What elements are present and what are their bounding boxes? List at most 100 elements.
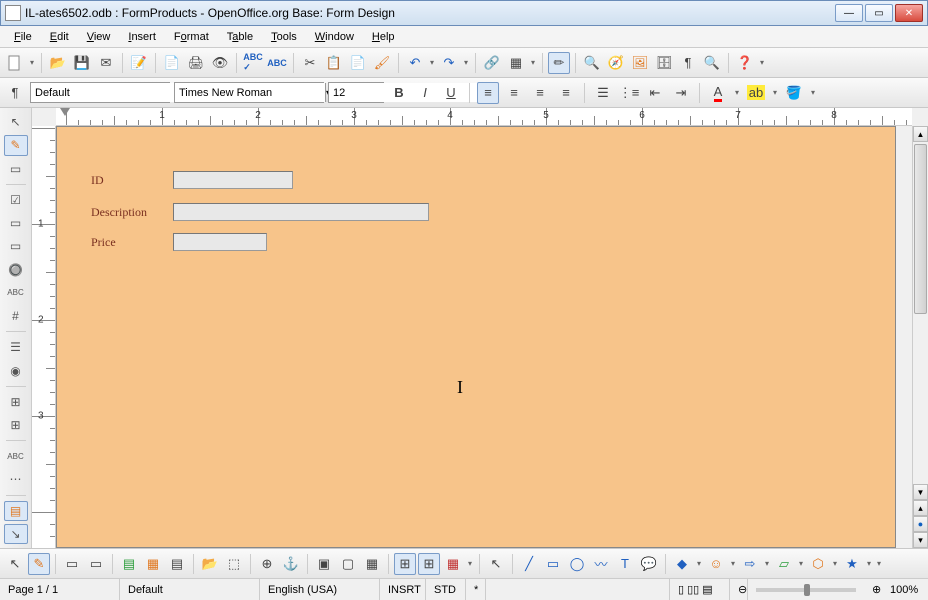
- block-arrows-tool[interactable]: ⇨: [739, 553, 761, 575]
- status-view-layout[interactable]: ▯ ▯▯ ▤: [670, 579, 730, 600]
- control-button[interactable]: ▭: [4, 159, 28, 179]
- symbol-shapes-dropdown[interactable]: ▾: [729, 559, 737, 568]
- preview-button[interactable]: 👁: [209, 52, 231, 74]
- highlight-button[interactable]: ab: [745, 82, 767, 104]
- basic-shapes-dropdown[interactable]: ▾: [695, 559, 703, 568]
- status-language[interactable]: English (USA): [260, 579, 380, 600]
- bullet-list-button[interactable]: ⋮≡: [618, 82, 640, 104]
- zoom-slider-knob[interactable]: [804, 584, 810, 596]
- block-arrows-dropdown[interactable]: ▾: [763, 559, 771, 568]
- maximize-button[interactable]: ▭: [865, 4, 893, 22]
- autospell-button[interactable]: ABC: [266, 52, 288, 74]
- show-draw-button[interactable]: ✏: [548, 52, 570, 74]
- edit-file-button[interactable]: 📝: [128, 52, 150, 74]
- menu-insert[interactable]: Insert: [120, 29, 164, 45]
- open-design-button[interactable]: 📂: [199, 553, 221, 575]
- nonprinting-button[interactable]: ¶: [677, 52, 699, 74]
- field-input-price[interactable]: [173, 233, 267, 251]
- status-selection-mode[interactable]: STD: [426, 579, 466, 600]
- numbered-list-button[interactable]: ☰: [592, 82, 614, 104]
- copy-button[interactable]: 📋: [323, 52, 345, 74]
- formatted-field-control[interactable]: ▭: [4, 236, 28, 256]
- status-style[interactable]: Default: [120, 579, 260, 600]
- status-insert-mode[interactable]: INSRT: [380, 579, 426, 600]
- underline-button[interactable]: U: [440, 82, 462, 104]
- open-button[interactable]: 📂: [47, 52, 69, 74]
- paragraph-style-input[interactable]: [31, 83, 181, 102]
- italic-button[interactable]: I: [414, 82, 436, 104]
- status-page[interactable]: Page 1 / 1: [0, 579, 120, 600]
- paragraph-style-combo[interactable]: ▾: [30, 82, 170, 103]
- navigation-button[interactable]: ●: [913, 516, 928, 532]
- redo-button[interactable]: ↷: [438, 52, 460, 74]
- menu-tools[interactable]: Tools: [263, 29, 305, 45]
- send-back-button[interactable]: ▢: [337, 553, 359, 575]
- format-paintbrush-button[interactable]: 🖌: [371, 52, 393, 74]
- draw-overflow-1[interactable]: ▾: [466, 559, 474, 568]
- form-navigator-btn[interactable]: ▤: [118, 553, 140, 575]
- close-button[interactable]: ✕: [895, 4, 923, 22]
- print-button[interactable]: 🖨: [185, 52, 207, 74]
- zoom-out-button[interactable]: ⊖: [730, 579, 748, 600]
- more-button[interactable]: ⋯: [4, 469, 28, 489]
- wizards-button[interactable]: ABC: [4, 446, 28, 466]
- draw-overflow-2[interactable]: ▾: [875, 559, 883, 568]
- form-canvas[interactable]: ID Description Price I: [56, 126, 896, 548]
- guides-button[interactable]: ▦: [442, 553, 464, 575]
- styles-button[interactable]: ¶: [4, 82, 26, 104]
- font-name-input[interactable]: [175, 83, 325, 102]
- next-page-button[interactable]: ▾: [913, 532, 928, 548]
- symbol-shapes-tool[interactable]: ☺: [705, 553, 727, 575]
- flowchart-dropdown[interactable]: ▾: [797, 559, 805, 568]
- align-left-button[interactable]: ≡: [477, 82, 499, 104]
- stars-dropdown[interactable]: ▾: [865, 559, 873, 568]
- callout-tool[interactable]: 💬: [638, 553, 660, 575]
- text-tool[interactable]: T: [614, 553, 636, 575]
- group-button[interactable]: ▦: [361, 553, 383, 575]
- checkbox-control[interactable]: ☑: [4, 190, 28, 210]
- email-button[interactable]: ✉: [95, 52, 117, 74]
- new-dropdown[interactable]: ▾: [28, 58, 36, 67]
- listbox-control[interactable]: ☰: [4, 337, 28, 357]
- export-pdf-button[interactable]: 📄: [161, 52, 183, 74]
- undo-button[interactable]: ↶: [404, 52, 426, 74]
- redo-dropdown[interactable]: ▾: [462, 58, 470, 67]
- align-justify-button[interactable]: ≡: [555, 82, 577, 104]
- menu-window[interactable]: Window: [307, 29, 362, 45]
- position-size-button[interactable]: ⊕: [256, 553, 278, 575]
- save-button[interactable]: 💾: [71, 52, 93, 74]
- zoom-slider[interactable]: [756, 588, 856, 592]
- spellcheck-button[interactable]: ABC✓: [242, 52, 264, 74]
- paste-button[interactable]: 📄: [347, 52, 369, 74]
- more-controls-button[interactable]: ⊞: [4, 392, 28, 412]
- freeform-tool[interactable]: 〰: [590, 553, 612, 575]
- background-color-dropdown[interactable]: ▾: [809, 88, 817, 97]
- control-properties-button[interactable]: ▭: [61, 553, 83, 575]
- bring-front-button[interactable]: ▣: [313, 553, 335, 575]
- background-color-button[interactable]: 🪣: [783, 82, 805, 104]
- combobox-control[interactable]: ◉: [4, 360, 28, 380]
- ruler-indent-marker[interactable]: [60, 108, 70, 116]
- field-label-description[interactable]: Description: [91, 205, 173, 220]
- form-properties-button[interactable]: ▭: [85, 553, 107, 575]
- align-center-button[interactable]: ≡: [503, 82, 525, 104]
- scroll-down-button[interactable]: ▼: [913, 484, 928, 500]
- minimize-button[interactable]: —: [835, 4, 863, 22]
- bold-button[interactable]: B: [388, 82, 410, 104]
- toolbar-overflow[interactable]: ▾: [758, 58, 766, 67]
- label-control[interactable]: ABC: [4, 283, 28, 303]
- basic-shapes-tool[interactable]: ◆: [671, 553, 693, 575]
- autofocus-button[interactable]: ⬚: [223, 553, 245, 575]
- design-mode-button[interactable]: ✎: [4, 135, 28, 155]
- field-label-price[interactable]: Price: [91, 235, 173, 250]
- field-input-description[interactable]: [173, 203, 429, 221]
- menu-view[interactable]: View: [79, 29, 119, 45]
- menu-table[interactable]: Table: [219, 29, 261, 45]
- zoom-button[interactable]: 🔍: [701, 52, 723, 74]
- decrease-indent-button[interactable]: ⇤: [644, 82, 666, 104]
- draw-design-mode[interactable]: ✎: [28, 553, 50, 575]
- table-button[interactable]: ▦: [505, 52, 527, 74]
- menu-edit[interactable]: Edit: [42, 29, 77, 45]
- callouts-dropdown[interactable]: ▾: [831, 559, 839, 568]
- help-button[interactable]: ❓: [734, 52, 756, 74]
